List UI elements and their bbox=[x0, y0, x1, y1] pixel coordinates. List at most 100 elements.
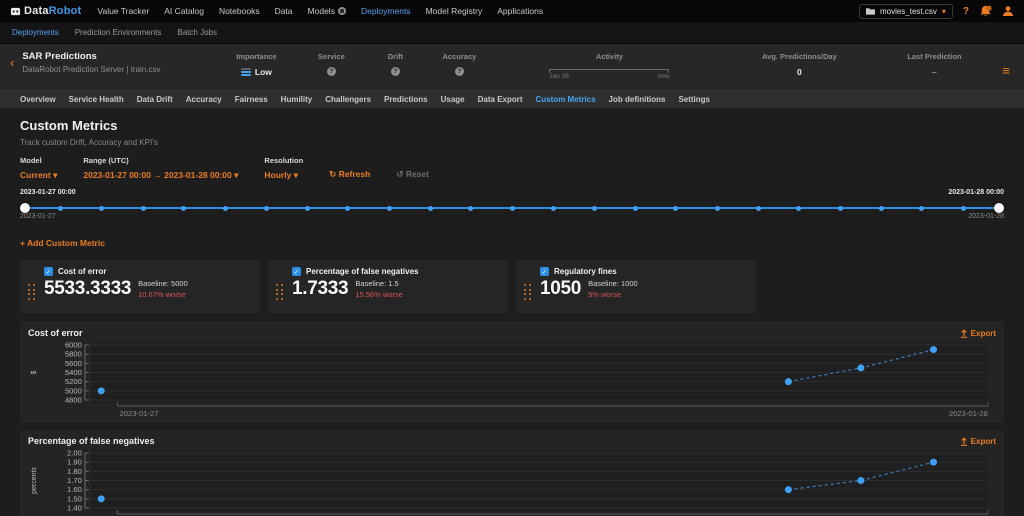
metric-checkbox[interactable]: ✓ bbox=[292, 267, 301, 276]
tab-accuracy[interactable]: Accuracy bbox=[186, 95, 222, 104]
custom-metrics-page: Custom Metrics Track custom Drift, Accur… bbox=[0, 108, 1024, 516]
tab-job-definitions[interactable]: Job definitions bbox=[609, 95, 666, 104]
drag-handle-icon[interactable] bbox=[28, 277, 40, 308]
metric-card-cost-of-error: ✓ Cost of error 5533.3333 Baseline: 5000… bbox=[20, 260, 260, 314]
notifications-bell-icon[interactable] bbox=[979, 5, 992, 18]
timeline-track[interactable] bbox=[20, 203, 1004, 212]
importance-value: Low bbox=[255, 67, 272, 77]
hamburger-menu-icon[interactable]: ≡ bbox=[1002, 63, 1010, 78]
nav-item-model-registry[interactable]: Model Registry bbox=[426, 6, 483, 16]
svg-text:1.80: 1.80 bbox=[67, 467, 82, 476]
resolution-control: Resolution Hourly ▾ bbox=[264, 156, 303, 181]
timeline-hour-dot bbox=[756, 206, 761, 211]
svg-text:1.70: 1.70 bbox=[67, 476, 82, 485]
chart-title: Percentage of false negatives bbox=[28, 436, 155, 446]
reset-icon: ↺ bbox=[396, 169, 403, 179]
timeline-hour-dot bbox=[633, 206, 638, 211]
nav-item-value-tracker[interactable]: Value Tracker bbox=[97, 6, 149, 16]
reset-button[interactable]: ↺ Reset bbox=[396, 169, 429, 181]
nav-item-models[interactable]: Models bbox=[308, 6, 346, 16]
controls-bar: Model Current ▾ Range (UTC) 2023-01-27 0… bbox=[20, 156, 1004, 181]
svg-text:percents: percents bbox=[31, 467, 38, 494]
chevron-down-icon: ▾ bbox=[234, 170, 238, 180]
tab-predictions[interactable]: Predictions bbox=[384, 95, 428, 104]
metric-value: 5533.3333 bbox=[44, 278, 131, 299]
metric-value: 1.7333 bbox=[292, 278, 348, 299]
metric-card-regulatory-fines: ✓ Regulatory fines 1050 Baseline: 1000 5… bbox=[516, 260, 756, 314]
chart-canvas: 2.001.901.801.701.601.501.40percents2023… bbox=[28, 448, 996, 516]
deployment-title: SAR Predictions bbox=[22, 51, 186, 62]
drift-status-icon: ? bbox=[391, 67, 400, 76]
svg-text:1.60: 1.60 bbox=[67, 485, 82, 494]
deployment-stats: Importance Low Service ? Drift ? Accurac… bbox=[216, 51, 994, 81]
svg-text:4800: 4800 bbox=[65, 396, 82, 405]
timeline-hour-dot bbox=[387, 206, 392, 211]
export-button[interactable]: Export bbox=[960, 437, 996, 446]
time-range-slider: 2023-01-27 00:00 2023-01-28 00:00 2023-0… bbox=[20, 189, 1004, 225]
user-profile-icon[interactable] bbox=[1002, 5, 1014, 17]
tab-usage[interactable]: Usage bbox=[441, 95, 465, 104]
drag-handle-icon[interactable] bbox=[276, 277, 288, 308]
range-control: Range (UTC) 2023-01-27 00:00 → 2023-01-2… bbox=[83, 156, 238, 181]
back-chevron-icon[interactable]: ‹ bbox=[10, 55, 14, 70]
subnav-item-batch-jobs[interactable]: Batch Jobs bbox=[177, 28, 217, 37]
timeline-end-handle[interactable] bbox=[994, 203, 1004, 213]
chart-canvas: 6000580056005400520050004800$2023-01-272… bbox=[28, 340, 996, 420]
svg-text:5000: 5000 bbox=[65, 386, 82, 395]
tab-service-health[interactable]: Service Health bbox=[69, 95, 124, 104]
metric-checkbox[interactable]: ✓ bbox=[44, 267, 53, 276]
timeline-end-datetime: 2023-01-28 00:00 bbox=[948, 189, 1004, 196]
nav-item-data[interactable]: Data bbox=[275, 6, 293, 16]
logo-robot: Robot bbox=[49, 5, 82, 17]
metric-value: 1050 bbox=[540, 278, 581, 299]
timeline-hour-dot bbox=[551, 206, 556, 211]
metric-name: Cost of error bbox=[58, 267, 106, 276]
avg-predictions-value: 0 bbox=[724, 67, 874, 77]
tab-data-export[interactable]: Data Export bbox=[478, 95, 523, 104]
tab-fairness[interactable]: Fairness bbox=[235, 95, 268, 104]
logo-data: Data bbox=[24, 5, 49, 17]
refresh-button[interactable]: ↻ Refresh bbox=[329, 169, 370, 181]
activity-start-label: Jan 26 bbox=[549, 73, 569, 80]
model-dropdown[interactable]: Current ▾ bbox=[20, 170, 57, 181]
resolution-dropdown[interactable]: Hourly ▾ bbox=[264, 170, 303, 181]
tab-data-drift[interactable]: Data Drift bbox=[137, 95, 173, 104]
range-dropdown[interactable]: 2023-01-27 00:00 → 2023-01-28 00:00 ▾ bbox=[83, 170, 238, 181]
dataset-selector[interactable]: movies_test.csv ▾ bbox=[859, 4, 953, 19]
datarobot-logo[interactable]: DataRobot bbox=[10, 5, 81, 17]
tab-humility[interactable]: Humility bbox=[281, 95, 313, 104]
timeline-start-datetime: 2023-01-27 00:00 bbox=[20, 189, 76, 196]
tab-challengers[interactable]: Challengers bbox=[325, 95, 371, 104]
deployment-header: ‹ SAR Predictions DataRobot Prediction S… bbox=[0, 44, 1024, 90]
metric-delta: 5% worse bbox=[588, 290, 638, 299]
metric-name: Percentage of false negatives bbox=[306, 267, 419, 276]
add-custom-metric-button[interactable]: + Add Custom Metric bbox=[20, 238, 105, 248]
export-button[interactable]: Export bbox=[960, 329, 996, 338]
stat-avg-predictions: Avg. Predictions/Day 0 bbox=[724, 51, 874, 81]
timeline-start-handle[interactable] bbox=[20, 203, 30, 213]
help-button[interactable]: ? bbox=[963, 6, 969, 17]
svg-text:1.50: 1.50 bbox=[67, 494, 82, 503]
model-control: Model Current ▾ bbox=[20, 156, 57, 181]
nav-item-notebooks[interactable]: Notebooks bbox=[219, 6, 260, 16]
nav-item-ai-catalog[interactable]: AI Catalog bbox=[164, 6, 204, 16]
svg-text:6000: 6000 bbox=[65, 341, 82, 350]
models-badge-icon bbox=[338, 7, 346, 15]
metric-checkbox[interactable]: ✓ bbox=[540, 267, 549, 276]
stat-last-prediction: Last Prediction – bbox=[874, 51, 994, 81]
timeline-end-date: 2023-01-28 bbox=[968, 213, 1004, 220]
timeline-hour-dot bbox=[961, 206, 966, 211]
nav-item-deployments[interactable]: Deployments bbox=[361, 6, 411, 16]
subnav-item-deployments[interactable]: Deployments bbox=[12, 28, 59, 37]
export-icon bbox=[960, 437, 968, 446]
drag-handle-icon[interactable] bbox=[524, 277, 536, 308]
tab-overview[interactable]: Overview bbox=[20, 95, 56, 104]
metric-baseline: Baseline: 1000 bbox=[588, 279, 638, 288]
svg-text:2.00: 2.00 bbox=[67, 449, 82, 458]
tab-settings[interactable]: Settings bbox=[678, 95, 710, 104]
timeline-hour-dot bbox=[715, 206, 720, 211]
top-nav-items: Value Tracker AI Catalog Notebooks Data … bbox=[97, 6, 543, 16]
nav-item-applications[interactable]: Applications bbox=[497, 6, 543, 16]
subnav-item-prediction-environments[interactable]: Prediction Environments bbox=[75, 28, 162, 37]
tab-custom-metrics[interactable]: Custom Metrics bbox=[536, 95, 596, 104]
